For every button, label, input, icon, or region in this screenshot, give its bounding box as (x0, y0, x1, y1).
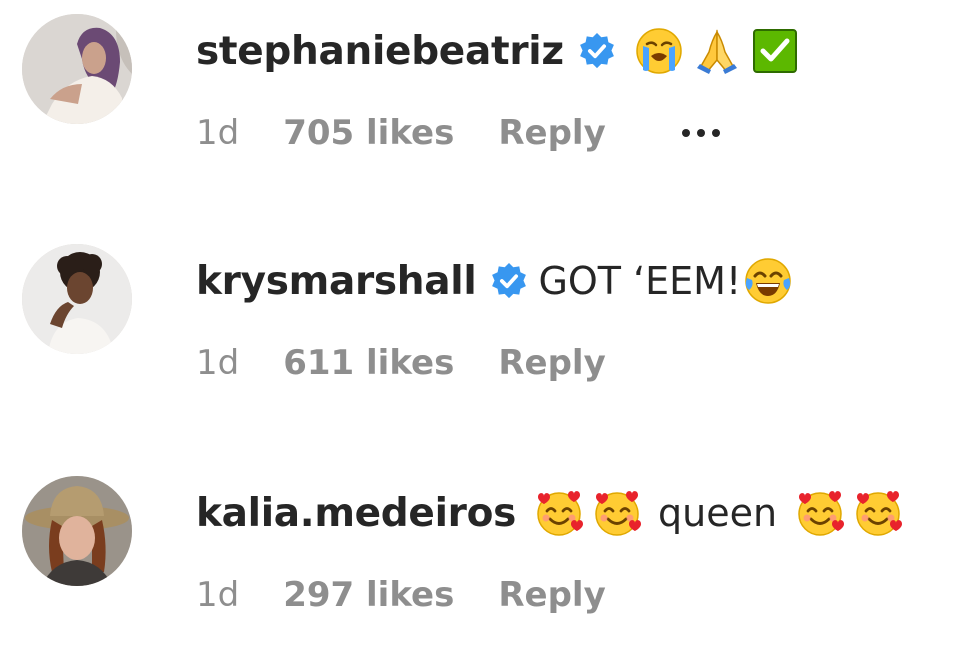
reply-button[interactable]: Reply (498, 113, 605, 153)
reply-button[interactable]: Reply (498, 575, 605, 615)
smiling-face-with-hearts-icon (853, 488, 903, 538)
comment-timestamp[interactable]: 1d (196, 113, 239, 153)
smiling-face-with-hearts-icon (534, 488, 584, 538)
comment-item: stephaniebeatriz 1d 705 likes Reply (0, 0, 980, 200)
username[interactable]: krysmarshall (196, 259, 477, 304)
likes-count[interactable]: 611 likes (283, 343, 454, 383)
comment-item: kalia.medeiros queen 1d 297 likes Reply (0, 462, 980, 662)
verified-badge-icon (490, 262, 528, 300)
avatar[interactable] (22, 14, 132, 124)
loudly-crying-face-icon (634, 26, 684, 76)
face-with-tears-of-joy-icon (743, 256, 793, 306)
smiling-face-with-hearts-icon (592, 488, 642, 538)
avatar-image (22, 244, 132, 354)
avatar-image (22, 14, 132, 124)
comment-text: GOT ‘EEM! (538, 259, 742, 303)
comment-timestamp[interactable]: 1d (196, 575, 239, 615)
more-options-icon[interactable] (681, 129, 720, 137)
folded-hands-icon (692, 26, 742, 76)
comment-item: krysmarshall GOT ‘EEM! 1d 611 likes Repl… (0, 230, 980, 430)
comment-timestamp[interactable]: 1d (196, 343, 239, 383)
reply-button[interactable]: Reply (498, 343, 605, 383)
likes-count[interactable]: 705 likes (283, 113, 454, 153)
username[interactable]: kalia.medeiros (196, 491, 516, 536)
username[interactable]: stephaniebeatriz (196, 29, 564, 74)
avatar[interactable] (22, 244, 132, 354)
avatar-image (22, 476, 132, 586)
avatar[interactable] (22, 476, 132, 586)
check-mark-button-icon (750, 26, 800, 76)
likes-count[interactable]: 297 likes (283, 575, 454, 615)
smiling-face-with-hearts-icon (795, 488, 845, 538)
comment-text: queen (658, 491, 778, 535)
verified-badge-icon (578, 32, 616, 70)
